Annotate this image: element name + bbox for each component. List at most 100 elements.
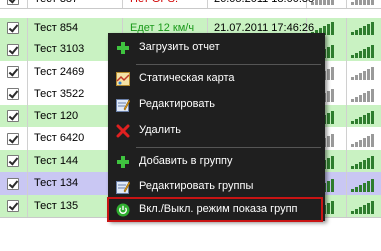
row-checkbox[interactable] [7,0,19,5]
delete-x-icon [116,124,130,138]
object-name: Тест 144 [34,155,79,167]
menu-item-edit[interactable]: Редактировать [108,94,325,116]
signal-bar [371,22,374,35]
signal-bar [359,117,362,124]
signal-bar [331,111,334,124]
plus-icon [116,155,130,169]
menu-item-label: Загрузить отчет [139,41,220,53]
row-checkbox[interactable] [7,66,19,78]
edit-icon [116,98,131,112]
signal-bar [363,93,366,102]
row-checkbox[interactable] [7,178,19,190]
row-checkbox[interactable] [7,133,19,145]
checkbox-cell [0,105,28,127]
signal-bar [327,91,330,102]
signal-bar [327,203,330,214]
sat-cell [347,127,381,150]
checkbox-cell [0,172,28,195]
table-row[interactable]: Тест 387 Нет GPS: 26.05.2011 18:00:38 [0,0,381,9]
plus-icon [116,41,130,55]
row-checkbox[interactable] [7,110,19,122]
signal-bar [363,0,366,5]
signal-bar [367,24,370,35]
signal-bar [355,119,358,124]
signal-bar [351,99,354,102]
menu-item-toggle-group-mode[interactable]: Вкл./Выкл. режим показа групп [107,197,325,222]
signal-bar [363,26,366,35]
signal-bar [327,113,330,124]
menu-item-label: Статическая карта [139,72,235,84]
menu-item-delete[interactable]: Удалить [108,120,325,142]
signal-bar [359,162,362,169]
menu-item-static-map[interactable]: Статическая карта [108,68,325,90]
menu-item-label: Вкл./Выкл. режим показа групп [139,203,298,215]
signal-bar [331,201,334,214]
object-name: Тест 6420 [34,132,85,144]
checkbox-cell [0,38,28,61]
checkbox-cell [0,127,28,150]
power-icon [116,203,130,217]
last-update-time: 26.05.2011 18:00:38 [214,0,314,5]
signal-bar [367,181,370,192]
row-checkbox[interactable] [7,200,19,212]
signal-bar [355,53,358,58]
signal-bar [331,45,334,58]
menu-item-edit-groups[interactable]: Редактировать группы [108,176,325,198]
object-name: Тест 3103 [34,43,85,55]
signal-cell [307,0,347,8]
row-checkbox[interactable] [7,44,19,56]
signal-bar [355,142,358,147]
menu-item-load-report[interactable]: Загрузить отчет [108,37,325,59]
edit-icon [116,180,131,194]
signal-bar [359,95,362,102]
signal-bar [331,134,334,147]
object-name: Тест 135 [34,200,79,212]
status-cell: Нет GPS: [123,0,208,8]
signal-bar [327,158,330,169]
signal-bar [367,69,370,80]
signal-bar [367,47,370,58]
signal-bar [367,0,370,5]
signal-bar [371,89,374,102]
signal-bar [351,77,354,80]
signal-bar [367,158,370,169]
signal-bar [327,181,330,192]
menu-separator [136,64,321,65]
signal-bar [327,69,330,80]
sat-cell [347,18,381,38]
context-menu: Загрузить отчет Статическая карта Редакт… [107,33,325,222]
signal-bar [355,75,358,80]
menu-item-add-to-group[interactable]: Добавить в группу [108,151,325,173]
signal-bar [363,138,366,147]
checkbox-cell [0,0,28,8]
signal-bar [327,136,330,147]
menu-item-label: Редактировать группы [139,180,254,192]
object-name: Тест 2469 [34,66,85,78]
checkbox-cell [0,195,28,217]
object-name-cell: Тест 387 [28,0,123,8]
signal-bar [363,49,366,58]
signal-bar [367,203,370,214]
object-status: Нет GPS: [130,0,178,5]
object-name: Тест 120 [34,110,79,122]
sat-cell [347,105,381,127]
signal-bar [363,71,366,80]
signal-bar [363,205,366,214]
signal-bar [363,160,366,169]
row-checkbox[interactable] [7,155,19,167]
row-checkbox[interactable] [7,88,19,100]
signal-bar [367,113,370,124]
signal-bar [359,51,362,58]
signal-bar [311,2,314,5]
sat-cell [347,0,381,8]
row-checkbox[interactable] [7,22,19,34]
signal-bar [351,211,354,214]
checkbox-cell [0,150,28,172]
signal-bar [371,67,374,80]
last-update-cell: 26.05.2011 18:00:38 [208,0,314,8]
sat-cell [347,172,381,195]
object-name: Тест 3522 [34,88,85,100]
menu-item-label: Редактировать [139,98,215,110]
sat-cell [347,38,381,61]
signal-bar [331,67,334,80]
